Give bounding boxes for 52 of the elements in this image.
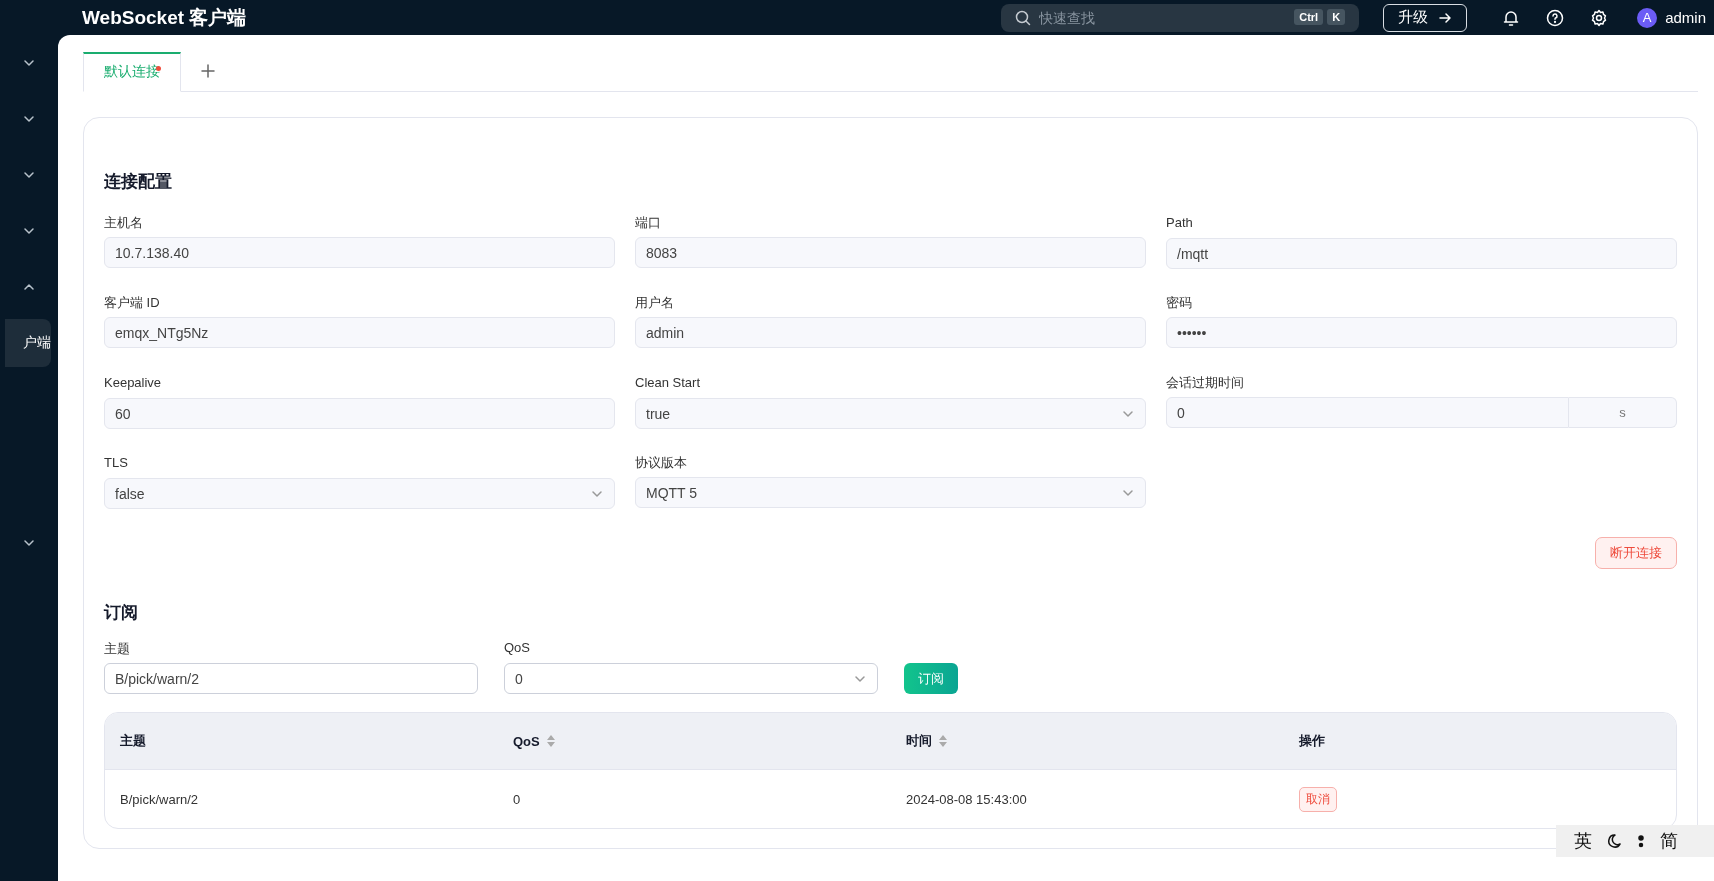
table-cell-text: B/pick/warn/2 [119, 791, 200, 807]
field-label: 主机名 [104, 214, 143, 232]
select-field[interactable]: 0 [504, 663, 878, 694]
avatar[interactable]: A [1637, 7, 1658, 28]
input-field[interactable]: 0 [1166, 397, 1569, 428]
section-title: 订阅 [104, 602, 138, 624]
field-label: 端口 [635, 214, 661, 232]
app-title: WebSocket 客户端 [82, 5, 247, 30]
user-name[interactable]: admin [1665, 9, 1706, 26]
input-field[interactable]: admin [635, 317, 1146, 348]
field-label: TLS [104, 455, 128, 472]
field-label: QoS [504, 640, 531, 657]
punctuation-icon [1636, 833, 1646, 849]
table-cell-text: 2024-08-08 15:43:00 [905, 791, 1028, 807]
input-field[interactable]: 10.7.138.40 [104, 237, 615, 268]
input-field[interactable]: •••••• [1166, 317, 1677, 348]
topic-field[interactable]: B/pick/warn/2 [104, 663, 478, 694]
field-label: 密码 [1166, 294, 1192, 312]
arrow-right-icon [1438, 10, 1453, 25]
field-label: 客户端 ID [104, 294, 160, 312]
field-label: 用户名 [635, 294, 674, 312]
add-icon[interactable] [201, 64, 215, 78]
select-field[interactable]: true [635, 398, 1146, 429]
section-title: 连接配置 [104, 171, 172, 193]
unit-label: s [1569, 397, 1677, 428]
table-cell-text: 0 [512, 791, 522, 807]
column-header: 操作 [1299, 732, 1325, 750]
field-label: 协议版本 [635, 454, 687, 472]
field-label: 主题 [104, 640, 131, 658]
search-icon [1015, 9, 1032, 26]
select-field[interactable]: false [104, 478, 615, 509]
help-icon [1546, 8, 1565, 27]
cancel-button[interactable]: 取消 [1299, 786, 1337, 812]
field-label: Keepalive [104, 375, 162, 392]
select-field[interactable]: MQTT 5 [635, 477, 1146, 508]
input-field[interactable]: emqx_NTg5Nz [104, 317, 615, 348]
upgrade-button[interactable]: 升级 [1383, 3, 1468, 32]
column-header: 主题 [120, 732, 146, 750]
bell-icon [1502, 8, 1521, 27]
column-header: QoS [513, 733, 540, 749]
column-header: 时间 [906, 732, 932, 750]
input-field[interactable]: 8083 [635, 237, 1146, 268]
input-field[interactable]: /mqtt [1166, 238, 1677, 269]
field-label: Path [1166, 215, 1193, 232]
field-label: Clean Start [635, 375, 701, 392]
input-field[interactable]: 60 [104, 398, 615, 429]
ime-mode[interactable]: 英 [1574, 829, 1592, 853]
sidebar-item[interactable]: 户端 [5, 319, 51, 367]
ime-script[interactable]: 简 [1660, 829, 1678, 853]
settings-icon [1590, 8, 1609, 27]
moon-icon [1606, 833, 1622, 849]
field-label: 会话过期时间 [1166, 374, 1244, 392]
